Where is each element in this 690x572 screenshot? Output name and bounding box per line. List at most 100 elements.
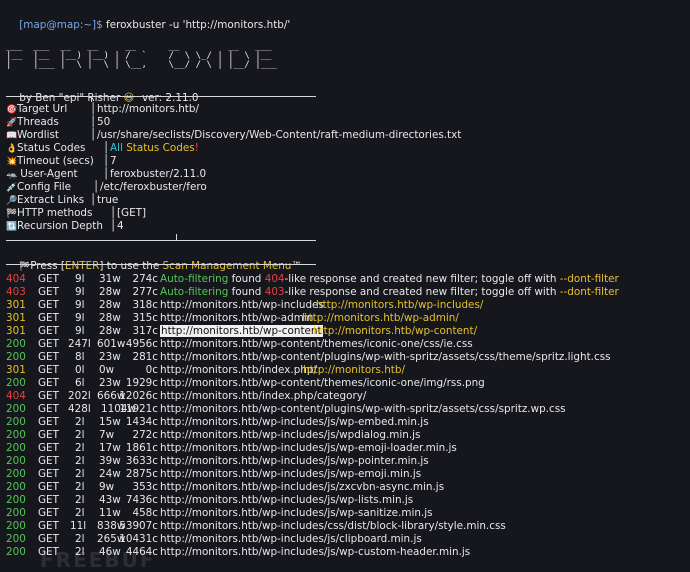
terminal-window[interactable]: [map@map:~]$ feroxbuster -u 'http://moni… [0, 0, 690, 572]
detail-part: --dont-filter [559, 286, 619, 298]
detail-part: 403 [264, 286, 285, 298]
result-row[interactable]: 200 GET 2l 24w 2875c http://monitors.htb/wp-i… [6, 468, 686, 481]
status-code: 200 [6, 416, 26, 428]
config-key-2: 📖Wordlist [6, 129, 59, 141]
redirect-url[interactable]: http://monitors.htb/wp-includes/ [316, 299, 483, 311]
word-count: 24w [99, 468, 121, 480]
config-key-label: Recursion Depth [17, 220, 103, 232]
result-row[interactable]: 301 GET 9l 28w 318c http://monitors.htb/wp-in… [6, 299, 686, 312]
config-icon: 💥 [6, 157, 18, 167]
line-count: 2l [75, 416, 85, 428]
result-url[interactable]: http://monitors.htb/wp-includes/js/wpdia… [160, 429, 420, 441]
config-divider: │ [90, 194, 97, 206]
result-row[interactable]: 200 GET 2l 9w 353c http://monitors.htb/wp-inc… [6, 481, 686, 494]
result-url[interactable]: http://monitors.htb/wp-admin [160, 312, 313, 324]
result-row[interactable]: 200 GET 2l 11w 458c http://monitors.htb/wp-in… [6, 507, 686, 520]
config-value-8: [GET] [117, 207, 147, 219]
config-key-label: Threads [17, 116, 59, 128]
result-row[interactable]: 200 GET 428l 1104w 11921c http://monitors.htb… [6, 403, 686, 416]
line-count: 9l [75, 299, 85, 311]
config-icon: 🎯 [6, 105, 18, 115]
result-url[interactable]: http://monitors.htb/wp-includes/js/wp-li… [160, 494, 413, 506]
result-url[interactable]: http://monitors.htb/wp-includes/css/dist… [160, 520, 506, 532]
result-row[interactable]: 200 GET 8l 23w 281c http://monitors.htb/wp-co… [6, 351, 686, 364]
status-code: 200 [6, 546, 26, 558]
watermark-logo: FREEBUF [40, 548, 156, 572]
result-url[interactable]: http://monitors.htb/wp-includes/js/wp-em… [160, 416, 429, 428]
config-divider: │ [90, 129, 97, 141]
result-detail: http://monitors.htb/wp-content/themes/ic… [160, 338, 473, 350]
result-row[interactable]: 200 GET 2l 17w 1861c http://monitors.htb/wp-i… [6, 442, 686, 455]
redirect-url[interactable]: http://monitors.htb/wp-content/ [313, 325, 477, 337]
result-url[interactable]: http://monitors.htb/index.php/category/ [160, 390, 366, 402]
config-key-3: 👌Status Codes [6, 142, 85, 154]
result-url[interactable]: http://monitors.htb/wp-includes/js/clipb… [160, 533, 422, 545]
separator-mid [6, 240, 316, 241]
status-code: 200 [6, 338, 26, 350]
result-detail: http://monitors.htb/wp-includes [160, 299, 324, 311]
result-url[interactable]: http://monitors.htb/wp-includes/js/wp-em… [160, 468, 421, 480]
separator-tick [91, 96, 92, 102]
result-row[interactable]: 404 GET 202l 666w 12026c http://monitors.htb/… [6, 390, 686, 403]
separator-tick [176, 234, 177, 240]
status-code: 200 [6, 377, 26, 389]
enter-key-label: ENTER [64, 260, 100, 272]
result-row[interactable]: 200 GET 2l 265w 10431c http://monitors.htb/wp… [6, 533, 686, 546]
result-row[interactable]: 301 GET 9l 28w 317c http://monitors.htb/wp-co… [6, 325, 686, 338]
result-detail: http://monitors.htb/wp-includes/js/clipb… [160, 533, 422, 545]
config-divider: │ [90, 103, 97, 115]
result-url[interactable]: http://monitors.htb/wp-includes [160, 299, 324, 311]
config-divider: │ [110, 207, 117, 219]
result-row[interactable]: 200 GET 2l 43w 7436c http://monitors.htb/wp-i… [6, 494, 686, 507]
word-count: 11w [99, 507, 121, 519]
config-value-7: true [97, 194, 119, 206]
result-detail: Auto-filtering found 404-like response a… [160, 273, 619, 285]
result-detail: http://monitors.htb/wp-includes/js/zxcvb… [160, 481, 444, 493]
result-row[interactable]: 200 GET 6l 23w 1929c http://monitors.htb/wp-c… [6, 377, 686, 390]
result-url[interactable]: http://monitors.htb/index.php/ [160, 364, 317, 376]
result-url[interactable]: http://monitors.htb/wp-content [160, 325, 323, 337]
result-row[interactable]: 200 GET 2l 7w 272c http://monitors.htb/wp-inc… [6, 429, 686, 442]
result-url[interactable]: http://monitors.htb/wp-includes/js/zxcvb… [160, 481, 444, 493]
redirect-url[interactable]: http://monitors.htb/ [303, 364, 405, 376]
config-key-label: Timeout (secs) [17, 155, 94, 167]
status-code: 200 [6, 520, 26, 532]
result-row[interactable]: 404 GET 9l 31w 274c Auto-filtering found 404-… [6, 273, 686, 286]
config-value-1: 50 [97, 116, 111, 128]
char-count: 3633c [125, 455, 158, 467]
result-url[interactable]: http://monitors.htb/wp-includes/js/wp-sa… [160, 507, 433, 519]
result-detail: http://monitors.htb/wp-includes/js/wp-sa… [160, 507, 433, 519]
config-divider: │ [103, 155, 110, 167]
result-url[interactable]: http://monitors.htb/wp-content/themes/ic… [160, 338, 473, 350]
result-detail: http://monitors.htb/wp-includes/js/wp-po… [160, 455, 429, 467]
line-count: 2l [75, 468, 85, 480]
result-url[interactable]: http://monitors.htb/wp-includes/js/wp-po… [160, 455, 429, 467]
result-url[interactable]: http://monitors.htb/wp-includes/js/wp-cu… [160, 546, 470, 558]
http-method: GET [38, 325, 59, 337]
result-url[interactable]: http://monitors.htb/wp-includes/js/wp-em… [160, 442, 457, 454]
config-key-4: 💥Timeout (secs) [6, 155, 94, 167]
result-row[interactable]: 200 GET 247l 601w 4956c http://monitors.htb/w… [6, 338, 686, 351]
config-key-label: Extract Links [17, 194, 85, 206]
http-method: GET [38, 416, 59, 428]
result-row[interactable]: 301 GET 0l 0w 0c http://monitors.htb/index.ph… [6, 364, 686, 377]
result-row[interactable]: 200 GET 2l 39w 3633c http://monitors.htb/wp-i… [6, 455, 686, 468]
word-count: 0w [99, 364, 115, 376]
result-row[interactable]: 403 GET 9l 28w 277c Auto-filtering found 403-… [6, 286, 686, 299]
char-count: 274c [132, 273, 158, 285]
config-key-label: User-Agent [17, 168, 78, 180]
result-row[interactable]: 200 GET 11l 838w 53907c http://monitors.htb/w… [6, 520, 686, 533]
redirect-url[interactable]: http://monitors.htb/wp-admin/ [302, 312, 459, 324]
result-url[interactable]: http://monitors.htb/wp-content/themes/ic… [160, 377, 485, 389]
result-detail: http://monitors.htb/wp-includes/css/dist… [160, 520, 506, 532]
config-key-6: 💉Config File [6, 181, 71, 193]
result-row[interactable]: 200 GET 2l 15w 1434c http://monitors.htb/wp-i… [6, 416, 686, 429]
line-count: 8l [75, 351, 85, 363]
status-code: 301 [6, 325, 26, 337]
result-url[interactable]: http://monitors.htb/wp-content/plugins/w… [160, 351, 611, 363]
result-row[interactable]: 301 GET 9l 28w 315c http://monitors.htb/wp-ad… [6, 312, 686, 325]
char-count: 272c [132, 429, 158, 441]
http-method: GET [38, 312, 59, 324]
http-method: GET [38, 299, 59, 311]
result-url[interactable]: http://monitors.htb/wp-content/plugins/w… [160, 403, 566, 415]
